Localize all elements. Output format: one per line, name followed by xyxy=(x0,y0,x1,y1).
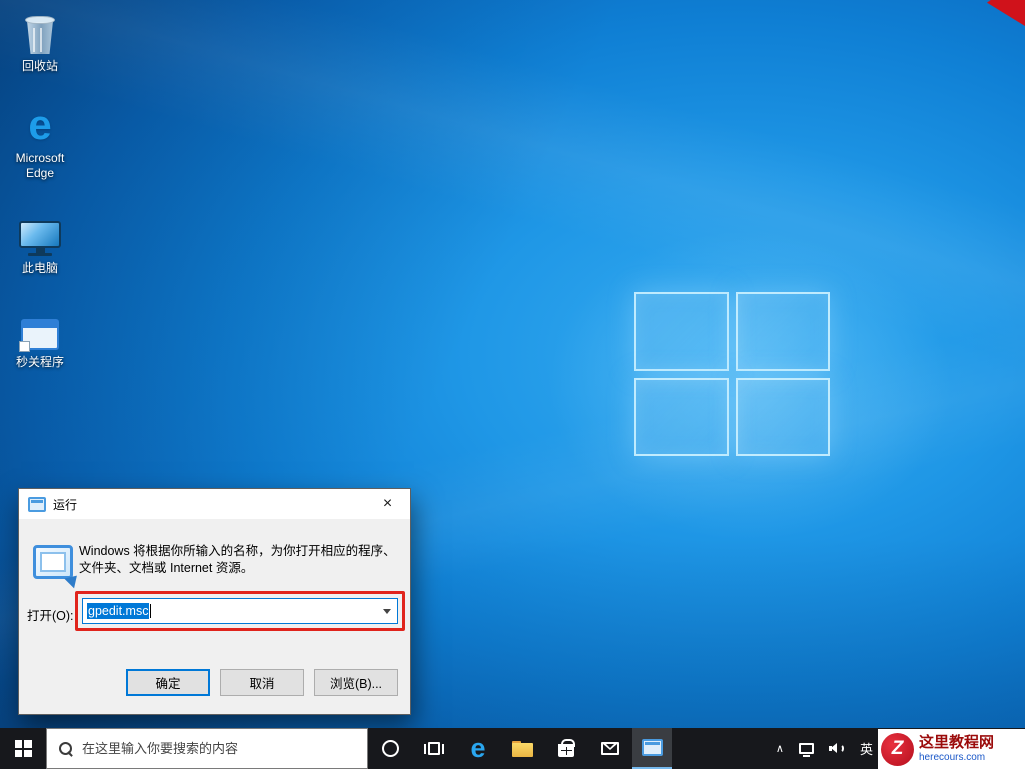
red-highlight-annotation: gpedit.msc xyxy=(75,591,405,631)
watermark-title: 这里教程网 xyxy=(919,734,995,751)
microsoft-store-button[interactable] xyxy=(544,728,588,769)
task-view-icon xyxy=(424,742,444,755)
cancel-button[interactable]: 取消 xyxy=(220,669,304,696)
task-view-button[interactable] xyxy=(412,728,456,769)
run-dialog-description: Windows 将根据你所输入的名称，为你打开相应的程序、文件夹、文档或 Int… xyxy=(79,544,396,575)
store-bag-icon xyxy=(558,739,575,757)
taskbar: e ∧ 英 xyxy=(0,728,1025,769)
run-dialog-titlebar[interactable]: 运行 × xyxy=(19,489,410,519)
combobox-text[interactable]: gpedit.msc xyxy=(83,599,377,623)
network-icon[interactable] xyxy=(798,743,814,757)
windows-logo-pane xyxy=(634,377,729,456)
run-window-icon xyxy=(28,496,46,512)
edge-taskbar-button[interactable]: e xyxy=(456,728,500,769)
desktop-icon-quick-close-app[interactable]: 秒关程序 xyxy=(3,304,77,370)
this-pc-icon xyxy=(3,210,77,256)
system-tray: ∧ 英 xyxy=(776,728,873,769)
edge-icon: e xyxy=(28,101,52,148)
run-dialog-taskbar-button[interactable] xyxy=(632,728,672,769)
search-icon xyxy=(58,741,73,756)
ime-indicator[interactable]: 英 xyxy=(860,739,873,758)
dialog-button-row: 确定 取消 浏览(B)... xyxy=(126,669,398,696)
run-icon xyxy=(33,545,82,589)
close-icon[interactable]: × xyxy=(365,489,410,519)
folder-icon xyxy=(511,740,533,757)
open-label: 打开(O): xyxy=(27,609,74,623)
mail-button[interactable] xyxy=(588,728,632,769)
browse-button[interactable]: 浏览(B)... xyxy=(314,669,398,696)
run-dialog-title: 运行 xyxy=(53,497,78,512)
run-dialog-window: 运行 × Windows 将根据你所输入的名称，为你打开相应的程序、文件夹、文档… xyxy=(18,488,411,715)
taskbar-search-box[interactable] xyxy=(46,728,368,769)
app-window-icon xyxy=(3,304,77,352)
windows-logo-pane xyxy=(735,292,830,371)
edge-icon: e xyxy=(470,733,486,763)
windows-logo-pane xyxy=(735,377,830,456)
tray-chevron-icon[interactable]: ∧ xyxy=(776,742,784,755)
file-explorer-button[interactable] xyxy=(500,728,544,769)
desktop-icon-microsoft-edge[interactable]: e Microsoft Edge xyxy=(3,100,77,181)
open-combobox[interactable]: gpedit.msc xyxy=(82,598,398,624)
run-dialog-body: Windows 将根据你所输入的名称，为你打开相应的程序、文件夹、文档或 Int… xyxy=(19,519,410,715)
desktop-icon-label: 回收站 xyxy=(21,59,58,73)
combobox-selected-text: gpedit.msc xyxy=(87,603,150,619)
watermark-url: herecours.com xyxy=(919,752,986,763)
chevron-down-icon[interactable] xyxy=(377,599,397,623)
desktop-icon-label: Microsoft Edge xyxy=(15,151,65,180)
ok-button[interactable]: 确定 xyxy=(126,669,210,696)
site-watermark: Z 这里教程网 herecours.com xyxy=(878,729,1025,769)
desktop: 回收站 e Microsoft Edge 此电脑 秒关程序 运行 × Windo… xyxy=(0,0,1025,769)
desktop-icon-recycle-bin[interactable]: 回收站 xyxy=(3,8,77,74)
windows-logo-icon xyxy=(14,740,32,757)
search-input[interactable] xyxy=(82,741,367,756)
recycle-bin-icon xyxy=(3,8,77,54)
volume-icon[interactable] xyxy=(828,742,845,755)
run-window-icon xyxy=(641,739,663,756)
corner-ribbon-decoration xyxy=(987,0,1025,26)
desktop-icon-label: 此电脑 xyxy=(21,261,58,275)
desktop-icon-label: 秒关程序 xyxy=(15,355,64,369)
cortana-icon xyxy=(381,740,399,757)
mail-icon xyxy=(601,742,619,755)
watermark-logo: Z xyxy=(881,732,914,766)
desktop-icon-this-pc[interactable]: 此电脑 xyxy=(3,210,77,276)
cortana-button[interactable] xyxy=(368,728,412,769)
text-caret xyxy=(150,604,152,618)
windows-logo-pane xyxy=(634,292,729,371)
start-button[interactable] xyxy=(0,728,46,769)
windows-logo-wallpaper xyxy=(634,292,830,456)
